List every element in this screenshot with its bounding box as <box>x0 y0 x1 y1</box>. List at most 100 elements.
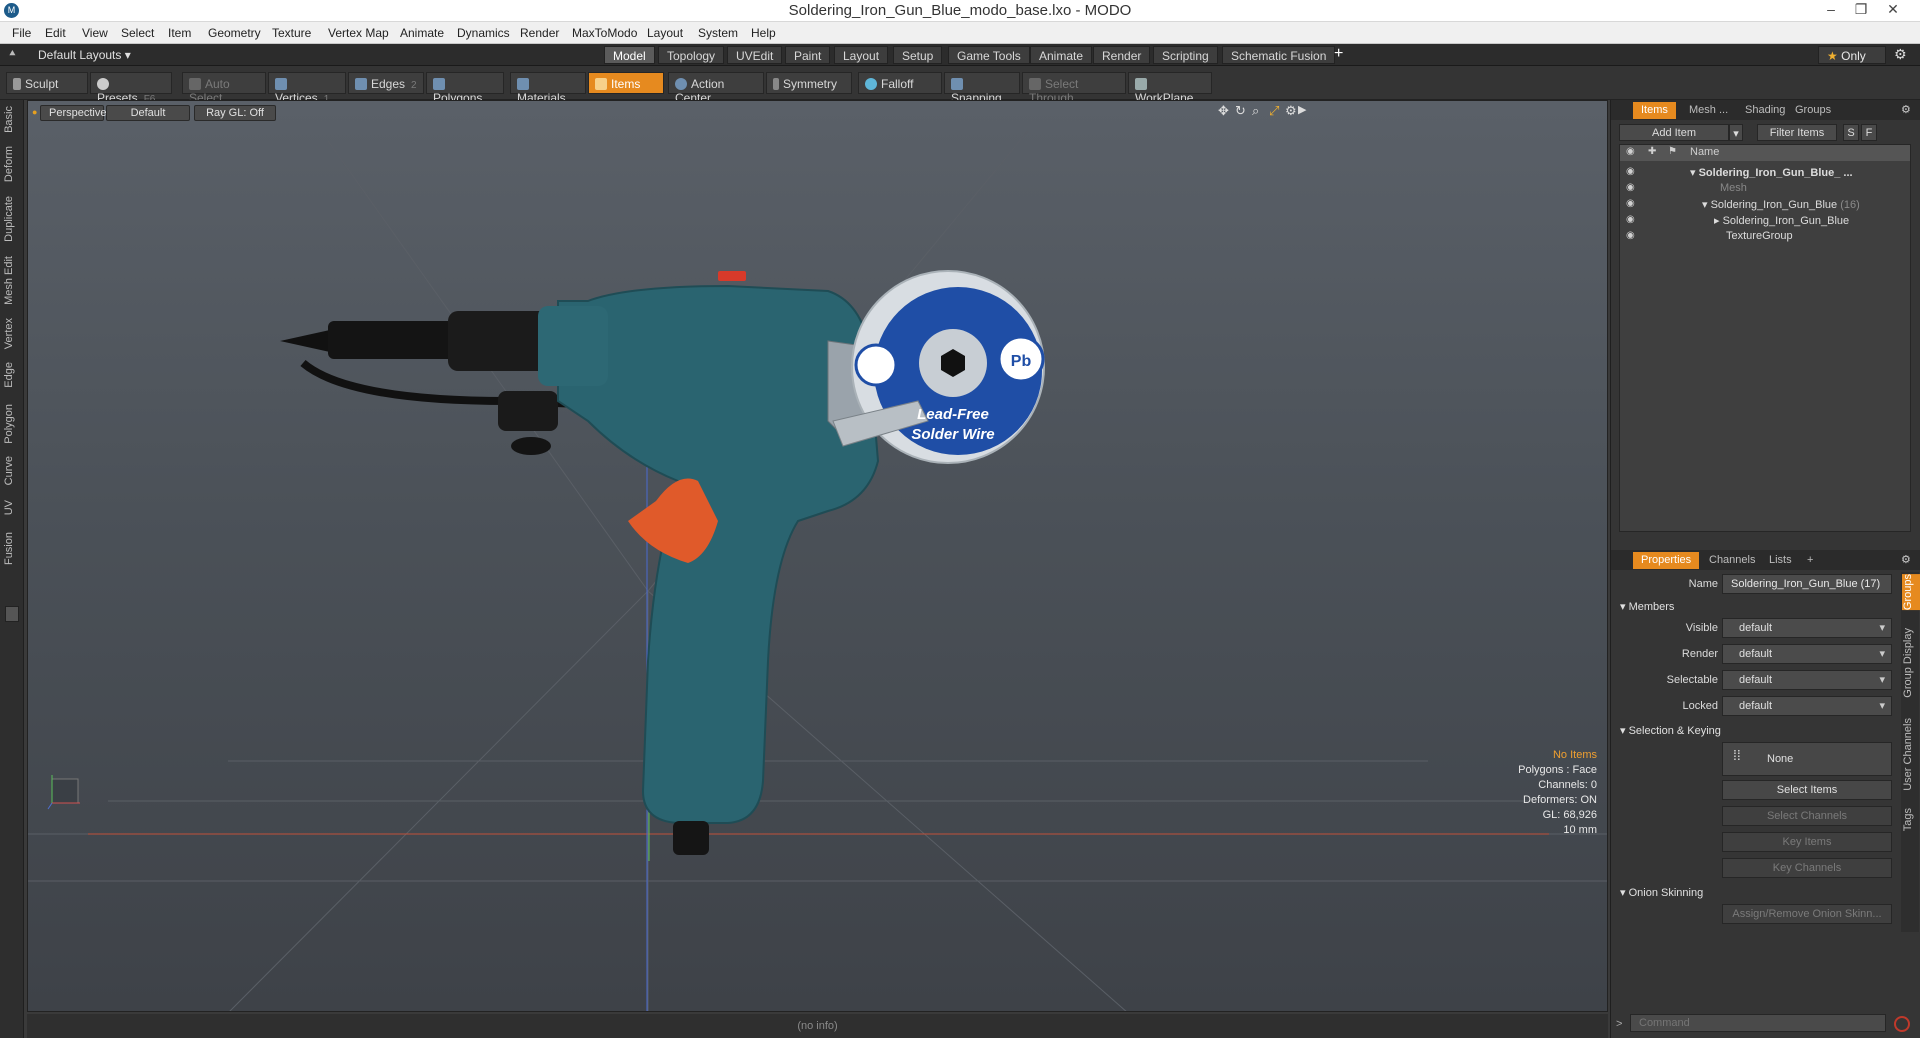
falloff-button[interactable]: Falloff <box>858 72 942 94</box>
rotate-icon[interactable]: ↻ <box>1235 103 1246 119</box>
tab-mesh-ops[interactable]: Mesh ... <box>1681 102 1736 119</box>
command-input[interactable] <box>1630 1014 1886 1032</box>
side-tab-group-display[interactable]: Group Display <box>1902 628 1920 698</box>
auto-select-button[interactable]: Auto Select <box>182 72 266 105</box>
tab-groups[interactable]: Groups <box>1787 102 1839 119</box>
side-tab-groups[interactable]: Groups <box>1902 574 1920 611</box>
symmetry-button[interactable]: Symmetry <box>766 72 852 94</box>
eye-icon[interactable]: ◉ <box>1626 214 1638 226</box>
menu-render[interactable]: Render <box>520 26 559 40</box>
snapping-button[interactable]: Snapping <box>944 72 1020 105</box>
eye-icon[interactable]: ◉ <box>1626 166 1638 178</box>
tab-model[interactable]: Model <box>604 46 655 64</box>
add-item-dropdown-icon[interactable]: ▾ <box>1729 124 1743 141</box>
tab-paint[interactable]: Paint <box>785 46 831 64</box>
viewport-expand-icon[interactable]: ▶ <box>1298 103 1306 116</box>
members-section[interactable]: ▾ Members <box>1620 600 1674 613</box>
default-layouts-dropdown[interactable]: Default Layouts ▾ <box>38 48 131 62</box>
add-layout-tab-button[interactable]: + <box>1334 45 1343 63</box>
eye-icon[interactable]: ◉ <box>1626 230 1638 242</box>
vtab-fusion[interactable]: Fusion <box>3 532 21 565</box>
tab-channels[interactable]: Channels <box>1701 552 1763 569</box>
fit-view-icon[interactable]: ⤢ <box>1269 103 1279 119</box>
menu-maxtomodo[interactable]: MaxToModo <box>572 26 637 40</box>
key-channels-button[interactable]: Key Channels <box>1722 858 1892 878</box>
none-button[interactable]: ⁞⁞ None <box>1722 742 1892 776</box>
vtab-polygon[interactable]: Polygon <box>3 404 21 444</box>
vtab-mesh-edit[interactable]: Mesh Edit <box>3 256 21 305</box>
workplane-button[interactable]: WorkPlane <box>1128 72 1212 105</box>
visible-dropdown[interactable]: default <box>1722 618 1892 638</box>
materials-button[interactable]: Materials <box>510 72 586 105</box>
edges-button[interactable]: Edges 2 <box>348 72 424 94</box>
vtab-deform[interactable]: Deform <box>3 146 21 182</box>
vtab-vertex[interactable]: Vertex <box>3 318 21 349</box>
menu-view[interactable]: View <box>82 26 108 40</box>
tree-row-texturegroup[interactable]: ◉ TextureGroup <box>1620 227 1910 245</box>
record-icon[interactable] <box>1894 1016 1910 1032</box>
eye-icon[interactable]: ◉ <box>1626 182 1638 194</box>
pan-icon[interactable]: ✥ <box>1218 103 1229 119</box>
shading-mode-button[interactable]: Default <box>106 105 190 121</box>
assign-onion-skin-button[interactable]: Assign/Remove Onion Skinn... <box>1722 904 1892 924</box>
tab-game-tools[interactable]: Game Tools <box>948 46 1030 64</box>
tab-animate[interactable]: Animate <box>1030 46 1093 64</box>
side-tab-tags[interactable]: Tags <box>1902 808 1920 831</box>
tab-setup[interactable]: Setup <box>893 46 943 64</box>
tab-properties[interactable]: Properties <box>1633 552 1700 569</box>
tab-render[interactable]: Render <box>1093 46 1151 64</box>
add-properties-tab-button[interactable]: + <box>1799 552 1821 569</box>
vtab-duplicate[interactable]: Duplicate <box>3 196 21 242</box>
tab-items[interactable]: Items <box>1633 102 1676 119</box>
vtab-basic[interactable]: Basic <box>3 106 21 133</box>
menu-help[interactable]: Help <box>751 26 776 40</box>
raygl-button[interactable]: Ray GL: Off <box>194 105 276 121</box>
soldering-gun-model[interactable] <box>280 270 1045 855</box>
vtab-edge[interactable]: Edge <box>3 362 21 388</box>
only-toggle[interactable]: ★ Only <box>1818 46 1886 64</box>
panel-settings-icon[interactable]: ⚙ <box>1901 103 1911 116</box>
side-tab-user-channels[interactable]: User Channels <box>1902 718 1920 791</box>
menu-geometry[interactable]: Geometry <box>208 26 261 40</box>
view-mode-button[interactable]: Perspective <box>40 105 106 121</box>
menu-animate[interactable]: Animate <box>400 26 444 40</box>
filter-items-button[interactable]: Filter Items <box>1757 124 1837 141</box>
menu-item[interactable]: Item <box>168 26 191 40</box>
menu-vertex-map[interactable]: Vertex Map <box>328 26 389 40</box>
select-channels-button[interactable]: Select Channels <box>1722 806 1892 826</box>
f-button[interactable]: F <box>1861 124 1877 141</box>
vtab-curve[interactable]: Curve <box>3 456 21 485</box>
toolbox-toggle-button[interactable] <box>5 606 19 622</box>
items-button[interactable]: Items <box>588 72 664 94</box>
polygons-button[interactable]: Polygons <box>426 72 504 105</box>
close-button[interactable]: ✕ <box>1880 1 1906 21</box>
viewport-settings-icon[interactable]: ⚙ <box>1285 103 1297 119</box>
properties-settings-icon[interactable]: ⚙ <box>1901 553 1911 566</box>
add-item-button[interactable]: Add Item <box>1619 124 1729 141</box>
menu-layout[interactable]: Layout <box>647 26 683 40</box>
tab-schematic-fusion[interactable]: Schematic Fusion <box>1222 46 1336 64</box>
menu-dynamics[interactable]: Dynamics <box>457 26 510 40</box>
zoom-icon[interactable]: ⌕ <box>1252 103 1259 119</box>
onion-skinning-section[interactable]: ▾ Onion Skinning <box>1620 886 1703 899</box>
tab-uvedit[interactable]: UVEdit <box>727 46 783 64</box>
selection-keying-section[interactable]: ▾ Selection & Keying <box>1620 724 1721 737</box>
sculpt-button[interactable]: Sculpt <box>6 72 88 94</box>
viewport-options-icon[interactable]: ● <box>32 107 37 117</box>
menu-edit[interactable]: Edit <box>45 26 66 40</box>
menu-file[interactable]: File <box>12 26 31 40</box>
3d-viewport[interactable]: Pb Lead-Free Solder Wire ● Perspective D… <box>27 100 1608 1012</box>
tab-scripting[interactable]: Scripting <box>1153 46 1218 64</box>
menu-select[interactable]: Select <box>121 26 154 40</box>
tab-layout[interactable]: Layout <box>834 46 889 64</box>
eye-icon[interactable]: ◉ <box>1626 198 1638 210</box>
tab-topology[interactable]: Topology <box>658 46 725 64</box>
select-through-button[interactable]: Select Through <box>1022 72 1126 105</box>
vertices-button[interactable]: Vertices1 <box>268 72 346 105</box>
menu-system[interactable]: System <box>698 26 738 40</box>
gear-icon[interactable]: ⚙ <box>1894 46 1907 63</box>
menu-texture[interactable]: Texture <box>272 26 311 40</box>
render-dropdown[interactable]: default <box>1722 644 1892 664</box>
action-center-button[interactable]: Action Center <box>668 72 764 105</box>
key-items-button[interactable]: Key Items <box>1722 832 1892 852</box>
